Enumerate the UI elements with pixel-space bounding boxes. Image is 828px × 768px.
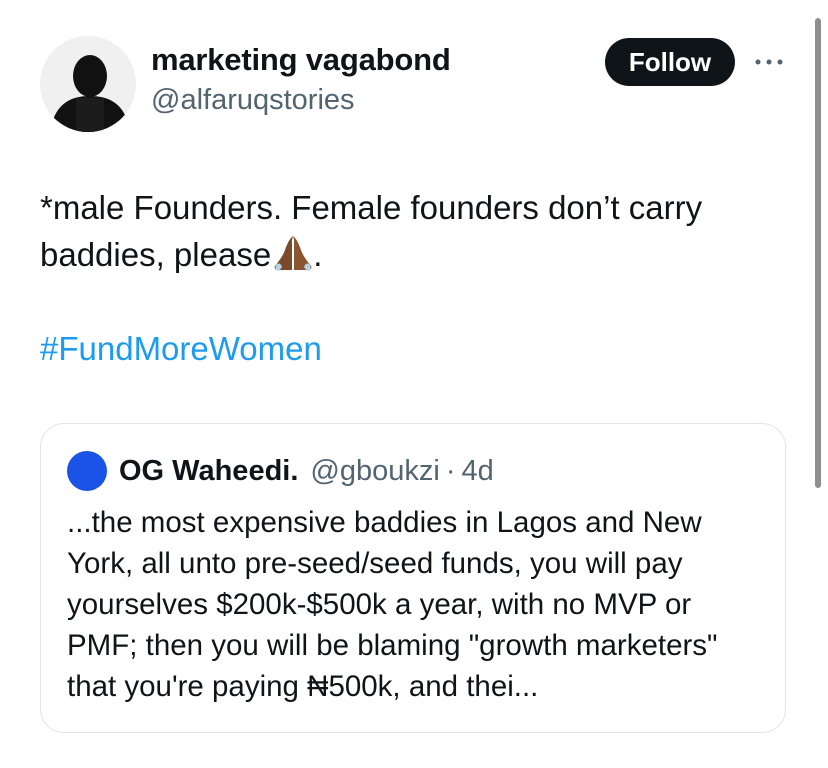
quoted-tweet-timestamp[interactable]: 4d: [461, 455, 493, 488]
more-options-icon[interactable]: [752, 52, 786, 72]
quoted-author-name[interactable]: OG Waheedi.: [119, 455, 298, 488]
follow-button[interactable]: Follow: [605, 38, 735, 86]
author-handle[interactable]: @alfaruqstories: [151, 84, 355, 117]
quoted-tweet-card[interactable]: OG Waheedi. @gboukzi · 4d ...the most ex…: [40, 423, 786, 733]
author-avatar[interactable]: [40, 36, 136, 132]
folded-hands-icon: [273, 234, 313, 284]
quoted-tweet-header: OG Waheedi. @gboukzi · 4d: [67, 451, 494, 491]
author-display-name[interactable]: marketing vagabond: [151, 42, 451, 78]
tweet-text-end: .: [313, 236, 323, 273]
tweet-text-body: *male Founders. Female founders don’t ca…: [40, 189, 703, 273]
quoted-author-avatar[interactable]: [67, 451, 107, 491]
separator-dot: ·: [445, 454, 456, 487]
hashtag-link[interactable]: #FundMoreWomen: [40, 330, 322, 368]
tweet-text: *male Founders. Female founders don’t ca…: [40, 184, 780, 284]
scrollbar[interactable]: [815, 18, 821, 488]
quoted-author-handle[interactable]: @gboukzi: [310, 455, 439, 488]
silhouette-avatar-icon: [40, 36, 136, 132]
quoted-tweet-text: ...the most expensive baddies in Lagos a…: [67, 506, 718, 703]
